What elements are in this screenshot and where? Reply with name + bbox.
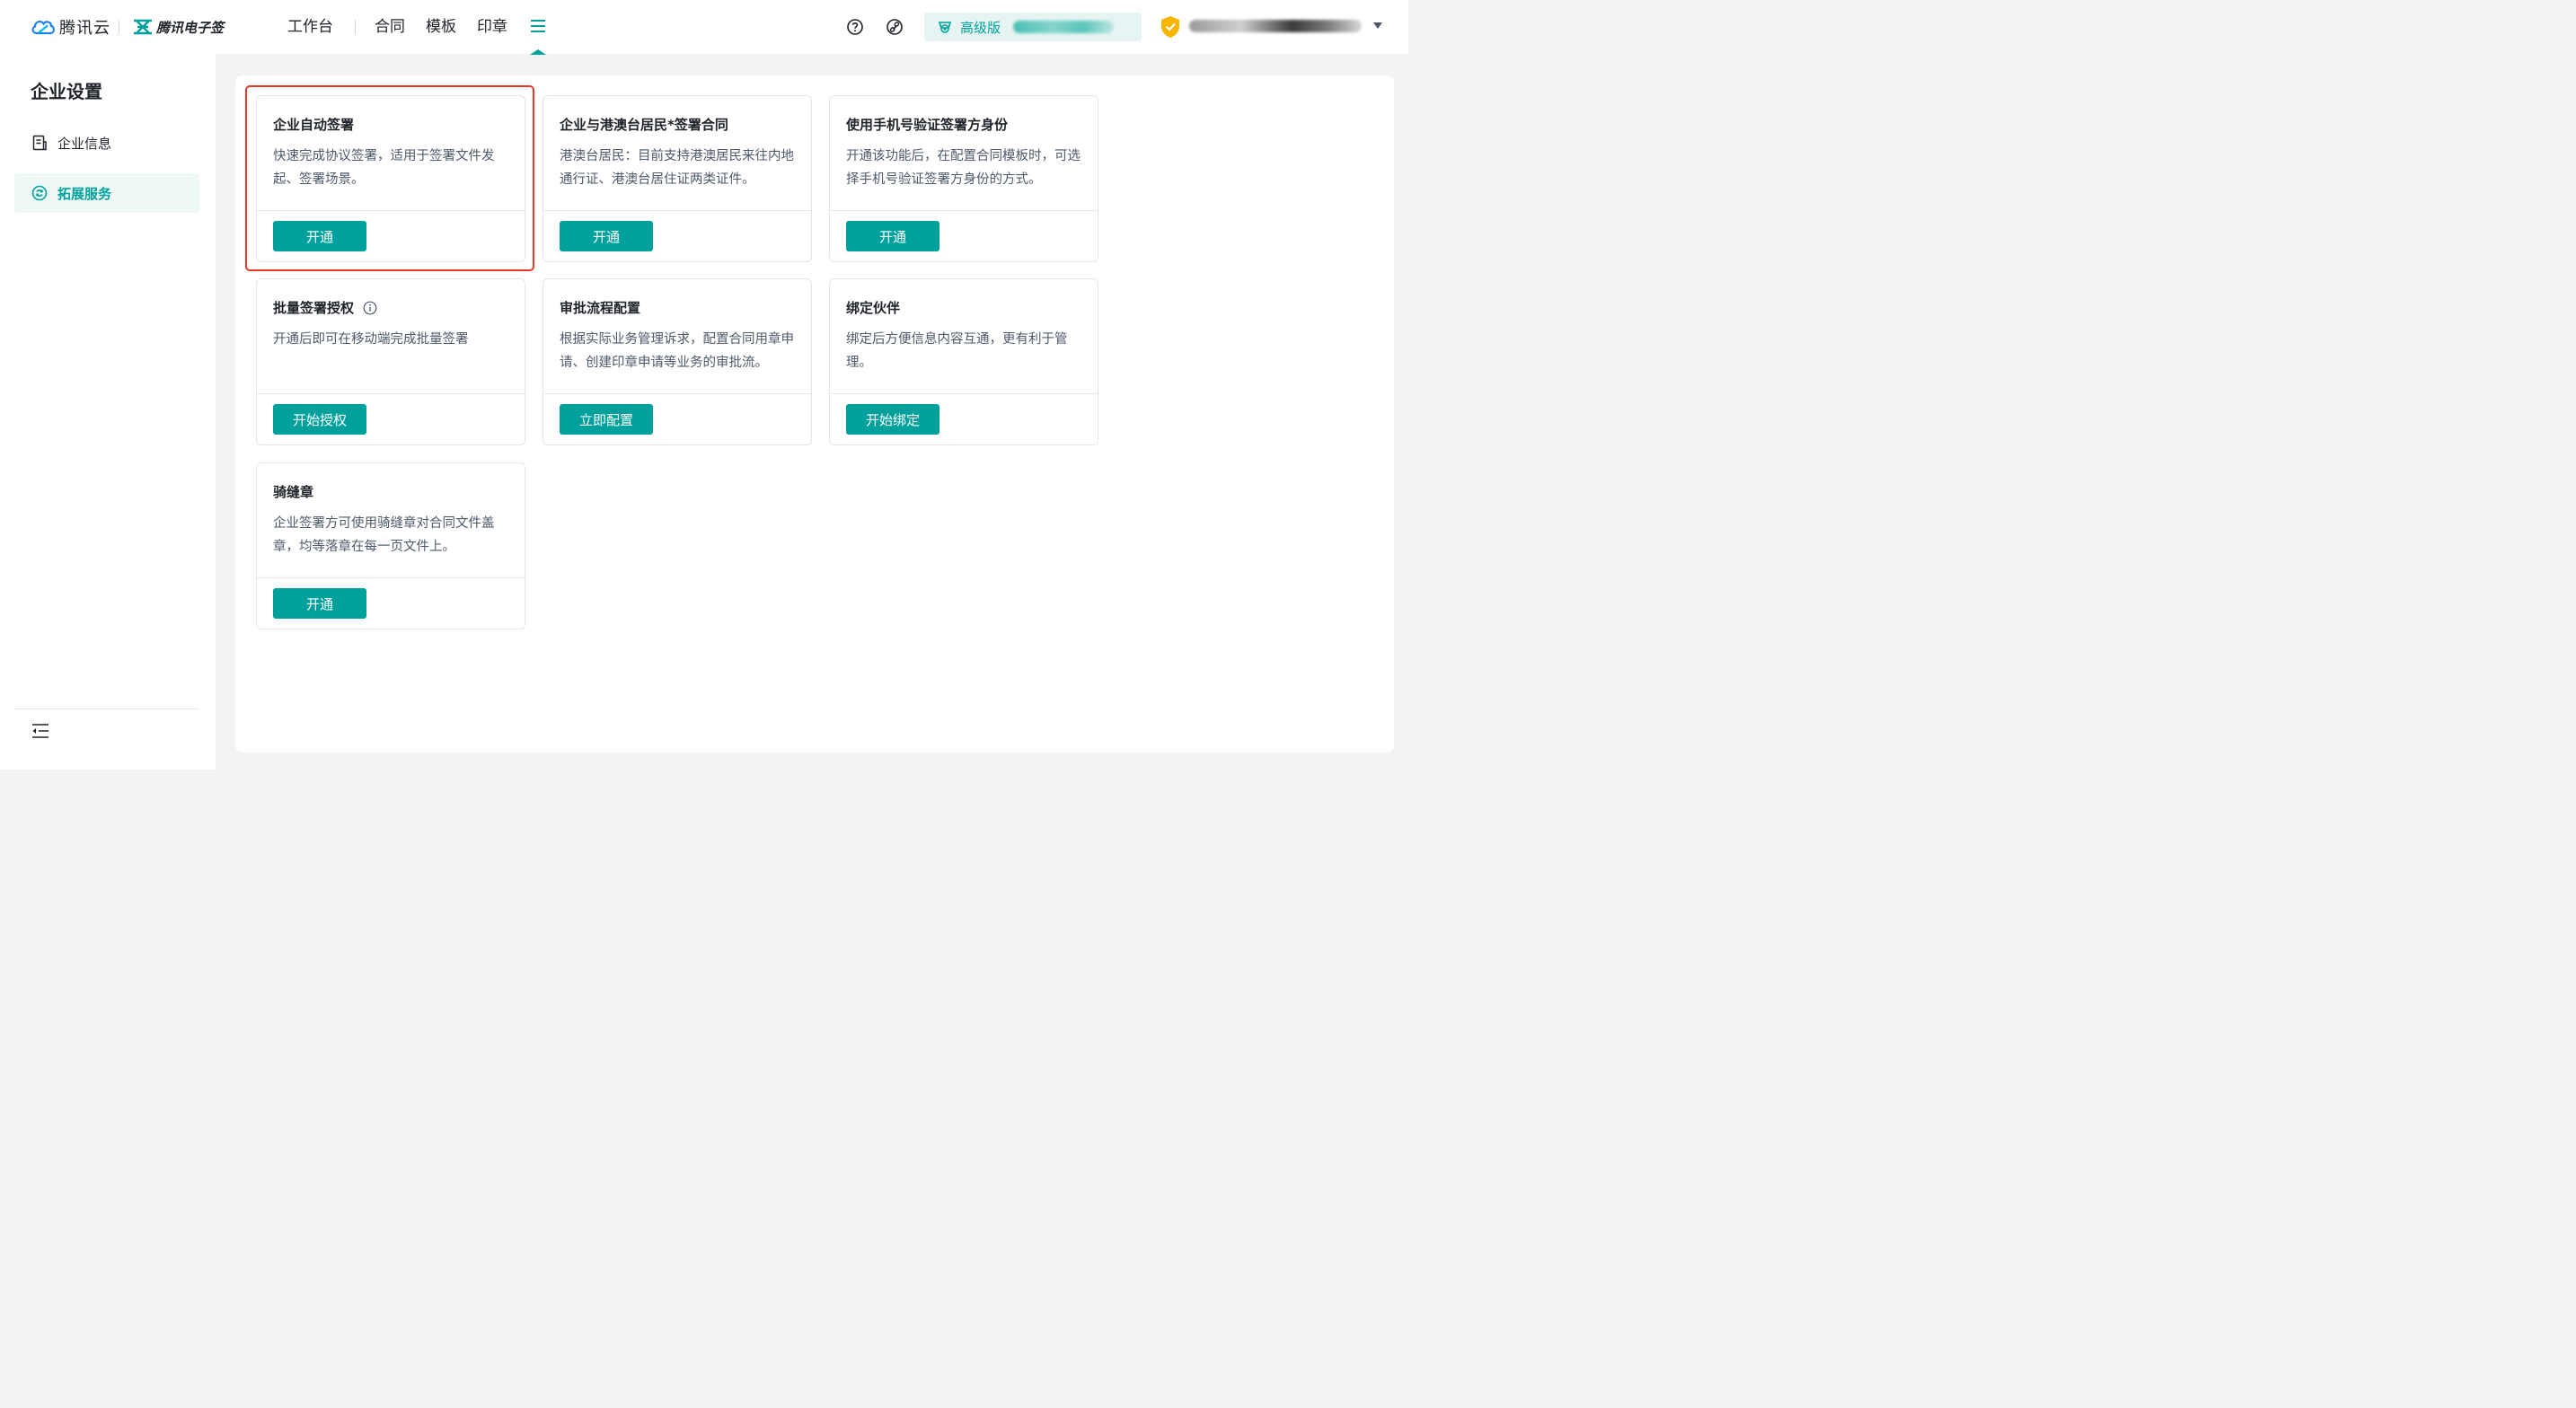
help-icon[interactable] xyxy=(846,18,864,36)
plan-info-redacted xyxy=(1013,21,1115,33)
card-title: 使用手机号验证签署方身份 xyxy=(846,115,1008,134)
card-divider xyxy=(257,577,525,578)
enable-hk-macao-taiwan-button[interactable]: 开通 xyxy=(560,221,653,251)
card-description: 快速完成协议签署，适用于签署文件发起、签署场景。 xyxy=(273,149,495,187)
sidebar-divider xyxy=(14,708,199,709)
organization-name-redacted xyxy=(1189,20,1362,32)
enable-phone-verification-button[interactable]: 开通 xyxy=(846,221,940,251)
nav-divider xyxy=(355,20,356,34)
card-description: 开通后即可在移动端完成批量签署 xyxy=(273,332,469,347)
nav-template[interactable]: 模板 xyxy=(426,16,456,38)
card-divider xyxy=(257,210,525,211)
document-icon xyxy=(32,135,47,151)
sidebar-item-extension-services[interactable]: 拓展服务 xyxy=(14,173,199,213)
card-title: 绑定伙伴 xyxy=(846,298,900,317)
card-title-text: 骑缝章 xyxy=(273,484,314,500)
card-description: 根据实际业务管理诉求，配置合同用章申请、创建印章申请等业务的审批流。 xyxy=(560,332,794,370)
premium-plan-icon xyxy=(938,22,952,33)
sidebar: 企业设置 企业信息 拓展服务 xyxy=(0,54,216,770)
start-authorization-button[interactable]: 开始授权 xyxy=(273,404,366,435)
service-card-batch-sign-auth: 批量签署授权 开通后即可在移动端完成批量签署 开始授权 xyxy=(256,278,525,445)
link-icon[interactable] xyxy=(886,18,904,36)
account-dropdown-arrow[interactable] xyxy=(1373,22,1382,29)
esign-mark-icon xyxy=(134,19,152,35)
card-description: 港澳台居民：目前支持港澳居民来往内地通行证、港澳台居住证两类证件。 xyxy=(560,149,794,187)
service-card-auto-sign: 企业自动签署 快速完成协议签署，适用于签署文件发起、签署场景。 开通 xyxy=(256,95,525,262)
card-title-text: 审批流程配置 xyxy=(560,300,641,316)
enable-auto-sign-button[interactable]: 开通 xyxy=(273,221,366,251)
card-title: 企业与港澳台居民*签署合同 xyxy=(560,115,728,134)
info-icon[interactable] xyxy=(363,301,377,315)
card-divider xyxy=(543,393,811,394)
menu-icon[interactable] xyxy=(529,17,547,35)
sidebar-item-label: 企业信息 xyxy=(57,135,112,152)
card-title-text: 批量签署授权 xyxy=(273,300,355,316)
card-title-text: 企业自动签署 xyxy=(273,117,355,133)
card-divider xyxy=(257,393,525,394)
card-divider xyxy=(830,210,1098,211)
card-title: 企业自动签署 xyxy=(273,115,354,134)
card-title: 审批流程配置 xyxy=(560,298,640,317)
esign-logo[interactable]: 腾讯电子签 xyxy=(133,16,224,38)
card-title-text: 绑定伙伴 xyxy=(846,300,901,316)
card-description: 开通该功能后，在配置合同模板时，可选择手机号验证签署方身份的方式。 xyxy=(846,149,1081,187)
top-bar: 腾讯云 腾讯电子签 工作台 合同 模板 印章 高级版 xyxy=(0,0,1408,55)
card-divider xyxy=(543,210,811,211)
card-title: 批量签署授权 xyxy=(273,298,377,317)
menu-active-indicator xyxy=(530,49,546,55)
nav-seal[interactable]: 印章 xyxy=(477,16,507,38)
verified-shield-icon xyxy=(1161,16,1179,38)
service-card-hk-macao-taiwan: 企业与港澳台居民*签署合同 港澳台居民：目前支持港澳居民来往内地通行证、港澳台居… xyxy=(543,95,812,262)
nav-contract[interactable]: 合同 xyxy=(375,16,405,38)
card-title: 骑缝章 xyxy=(273,482,313,501)
plan-badge[interactable]: 高级版 xyxy=(924,13,1142,41)
nav-workbench[interactable]: 工作台 xyxy=(287,16,333,38)
service-card-paging-seal: 骑缝章 企业签署方可使用骑缝章对合同文件盖章，均等落章在每一页文件上。 开通 xyxy=(256,462,525,629)
plan-label: 高级版 xyxy=(960,19,1001,36)
card-divider xyxy=(830,393,1098,394)
service-card-bind-partner: 绑定伙伴 绑定后方便信息内容互通，更有利于管理。 开始绑定 xyxy=(829,278,1098,445)
card-description: 企业签署方可使用骑缝章对合同文件盖章，均等落章在每一页文件上。 xyxy=(273,516,495,554)
service-card-approval-flow: 审批流程配置 根据实际业务管理诉求，配置合同用章申请、创建印章申请等业务的审批流… xyxy=(543,278,812,445)
main-content: 企业自动签署 快速完成协议签署，适用于签署文件发起、签署场景。 开通 企业与港澳… xyxy=(235,75,1394,752)
sidebar-item-company-info[interactable]: 企业信息 xyxy=(14,123,199,163)
card-title-text: 企业与港澳台居民*签署合同 xyxy=(560,117,728,133)
cloud-icon xyxy=(31,20,55,35)
collapse-sidebar-icon[interactable] xyxy=(31,722,50,740)
card-description: 绑定后方便信息内容互通，更有利于管理。 xyxy=(846,332,1068,370)
configure-now-button[interactable]: 立即配置 xyxy=(560,404,653,435)
card-title-text: 使用手机号验证签署方身份 xyxy=(846,117,1009,133)
sidebar-title: 企业设置 xyxy=(31,81,102,102)
enable-paging-seal-button[interactable]: 开通 xyxy=(273,588,366,619)
sidebar-item-label: 拓展服务 xyxy=(57,185,112,202)
tencent-cloud-logo[interactable]: 腾讯云 xyxy=(31,16,110,38)
brand-esign: 腾讯电子签 xyxy=(156,19,225,36)
brand-tencent: 腾讯云 xyxy=(59,19,110,38)
service-card-phone-verification: 使用手机号验证签署方身份 开通该功能后，在配置合同模板时，可选择手机号验证签署方… xyxy=(829,95,1098,262)
start-binding-button[interactable]: 开始绑定 xyxy=(846,404,940,435)
extension-icon xyxy=(31,185,48,201)
